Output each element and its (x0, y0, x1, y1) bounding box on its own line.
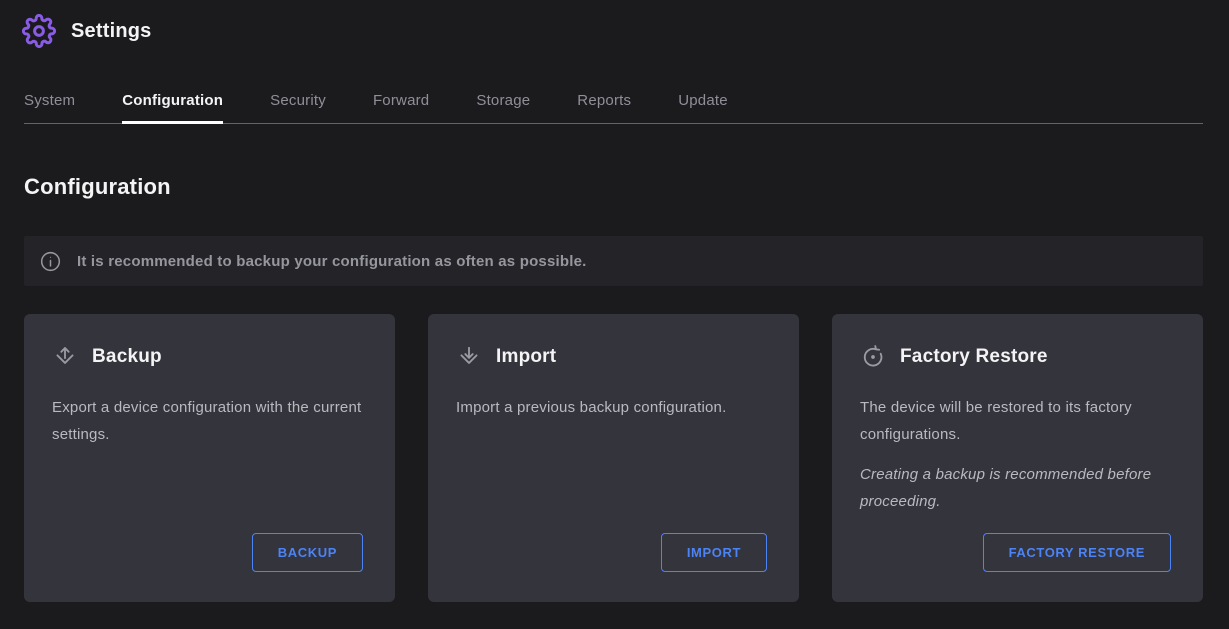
card-factory-restore-header: Factory Restore (860, 344, 1171, 370)
info-banner-text: It is recommended to backup your configu… (77, 253, 587, 270)
info-banner: It is recommended to backup your configu… (24, 236, 1203, 286)
page-title: Settings (71, 20, 152, 43)
card-factory-restore-title: Factory Restore (900, 346, 1048, 368)
tab-reports[interactable]: Reports (577, 92, 631, 123)
tab-configuration[interactable]: Configuration (122, 92, 223, 123)
card-backup-description: Export a device configuration with the c… (52, 394, 363, 448)
tab-forward[interactable]: Forward (373, 92, 429, 123)
card-import: Import Import a previous backup configur… (428, 314, 799, 602)
card-backup-header: Backup (52, 344, 363, 370)
import-download-icon (456, 344, 482, 370)
info-icon (39, 250, 62, 273)
card-import-description: Import a previous backup configuration. (456, 394, 767, 421)
section-heading: Configuration (24, 174, 1205, 200)
card-factory-restore-description: The device will be restored to its facto… (860, 394, 1171, 448)
card-grid: Backup Export a device configuration wit… (24, 314, 1203, 602)
card-import-header: Import (456, 344, 767, 370)
card-import-title: Import (496, 346, 556, 368)
import-button[interactable]: IMPORT (661, 533, 767, 572)
page-header: Settings (0, 0, 1229, 48)
backup-button[interactable]: BACKUP (252, 533, 363, 572)
card-backup-title: Backup (92, 346, 162, 368)
card-backup: Backup Export a device configuration wit… (24, 314, 395, 602)
tab-bar: System Configuration Security Forward St… (24, 92, 1203, 124)
card-factory-restore: Factory Restore The device will be resto… (832, 314, 1203, 602)
tab-storage[interactable]: Storage (476, 92, 530, 123)
card-factory-restore-note: Creating a backup is recommended before … (860, 461, 1171, 515)
tab-security[interactable]: Security (270, 92, 326, 123)
backup-export-icon (52, 344, 78, 370)
tab-update[interactable]: Update (678, 92, 728, 123)
factory-restore-icon (860, 344, 886, 370)
factory-restore-button[interactable]: FACTORY RESTORE (983, 533, 1171, 572)
settings-gear-icon (22, 14, 56, 48)
tab-system[interactable]: System (24, 92, 75, 123)
